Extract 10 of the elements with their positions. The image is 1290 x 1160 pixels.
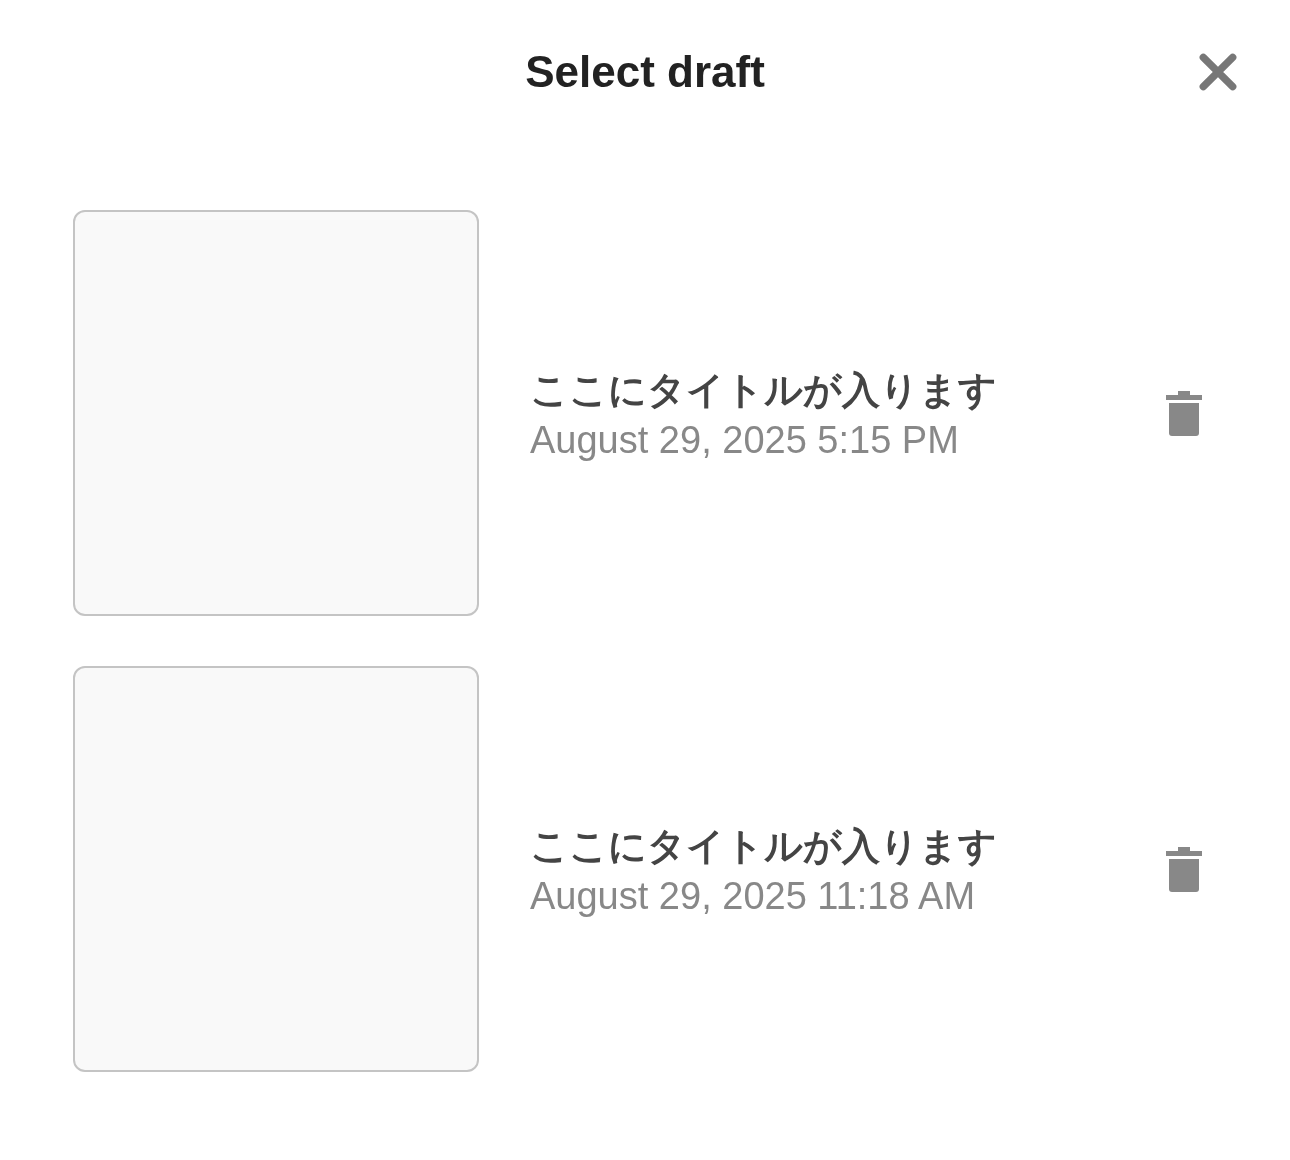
draft-thumbnail[interactable] [73, 210, 479, 616]
trash-icon [1164, 389, 1204, 437]
close-button[interactable] [1196, 50, 1240, 94]
draft-date: August 29, 2025 5:15 PM [530, 418, 960, 463]
trash-icon [1164, 845, 1204, 893]
draft-title: ここにタイトルが入ります [530, 824, 998, 869]
draft-title: ここにタイトルが入ります [530, 368, 998, 413]
dialog-title: Select draft [525, 46, 765, 98]
draft-thumbnail[interactable] [73, 666, 479, 1072]
draft-date: August 29, 2025 11:18 AM [530, 874, 977, 919]
